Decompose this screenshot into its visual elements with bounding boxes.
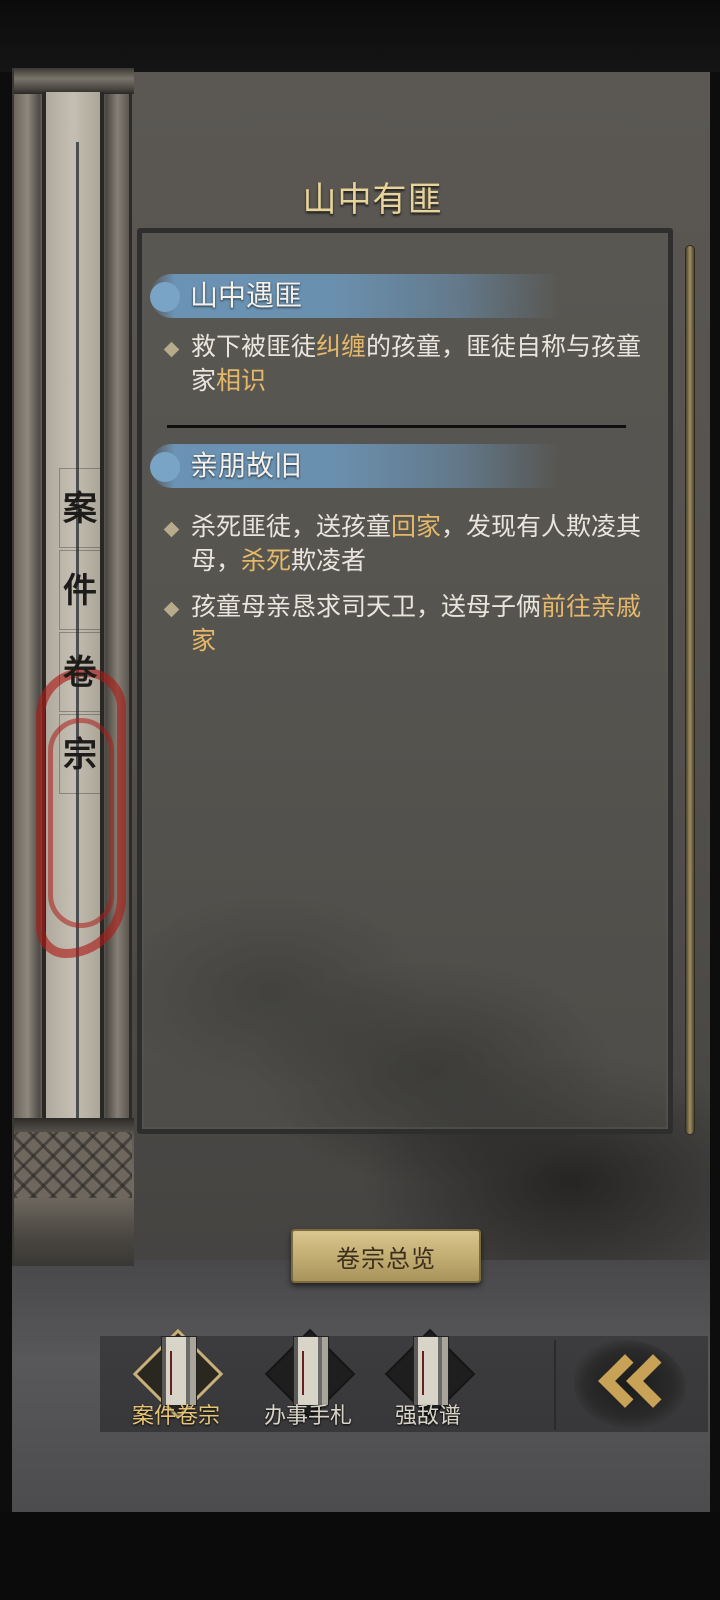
text-run: 杀死匪徒，送孩童 (191, 512, 392, 541)
section-title: 山中遇匪 (190, 279, 303, 312)
tab-case-files[interactable]: 案件卷宗 (116, 1328, 236, 1440)
highlight-keyword: 相识 (216, 366, 267, 395)
highlight-keyword: 杀死 (241, 546, 292, 575)
case-scroll-decoration: 案 件 卷 宗 (12, 68, 134, 1266)
enemy-register-icon (413, 1336, 449, 1406)
section-header: 山中遇匪 (150, 270, 560, 322)
text-run: 欺凌者 (291, 546, 367, 575)
objective-text: 救下被匪徒纠缠的孩童，匪徒自称与孩童家相识 (191, 330, 646, 398)
scroll-top-cap (14, 68, 134, 94)
scroll-title-char: 宗 (59, 714, 101, 794)
section-divider (167, 425, 626, 428)
page-title: 山中有匪 (302, 180, 443, 220)
scroll-title: 案 件 卷 宗 (58, 468, 102, 796)
highlight-keyword: 纠缠 (316, 332, 367, 361)
section-header: 亲朋故旧 (150, 440, 560, 492)
tab-notebook[interactable]: 办事手札 (248, 1328, 368, 1440)
highlight-keyword: 回家 (391, 512, 442, 541)
scrollbar[interactable] (685, 245, 695, 1135)
brush-dot (150, 282, 180, 312)
objective-text: 杀死匪徒，送孩童回家，发现有人欺凌其母，杀死欺凌者 (191, 510, 646, 578)
bottom-band (0, 1512, 720, 1600)
case-overview-button[interactable]: 卷宗总览 (291, 1229, 481, 1283)
brush-dot (150, 452, 180, 482)
top-status-band (0, 0, 720, 72)
scroll-title-char: 件 (59, 550, 101, 630)
scroll-pattern (14, 1132, 132, 1198)
case-overview-label: 卷宗总览 (336, 1244, 436, 1273)
tab-enemy-register[interactable]: 强敌谱 (368, 1328, 488, 1440)
case-file-book-icon (161, 1336, 197, 1406)
quest-log-screen: { "header": { "title": "山中有匪" }, "sideba… (0, 0, 720, 1600)
tab-divider (554, 1340, 556, 1430)
tab-label: 办事手札 (263, 1404, 352, 1429)
notebook-icon (293, 1336, 329, 1406)
objective-text: 孩童母亲恳求司天卫，送母子俩前往亲戚家 (191, 590, 646, 658)
back-button[interactable] (566, 1330, 696, 1434)
tab-label: 强敌谱 (394, 1404, 461, 1429)
scroll-bottom-cap (14, 1118, 134, 1266)
text-run: 孩童母亲恳求司天卫，送母子俩 (191, 592, 542, 621)
section-title: 亲朋故旧 (190, 449, 303, 482)
tab-label: 案件卷宗 (131, 1404, 220, 1429)
text-run: 救下被匪徒 (191, 332, 317, 361)
scroll-title-char: 卷 (59, 632, 101, 712)
scroll-title-char: 案 (59, 468, 101, 548)
